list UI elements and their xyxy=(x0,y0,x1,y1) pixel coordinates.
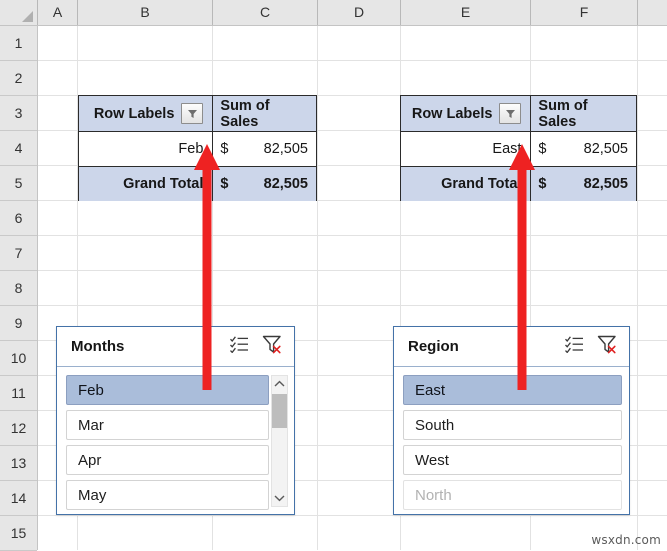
sum-of-sales-text: Sum of Sales xyxy=(538,97,588,130)
slicer-item-feb[interactable]: Feb xyxy=(66,375,269,405)
pivot-sum-of-sales-header[interactable]: Sum of Sales xyxy=(530,96,636,131)
currency-symbol: $ xyxy=(220,141,229,157)
row-header-4[interactable]: 4 xyxy=(0,131,37,166)
grid-line-h xyxy=(38,305,667,306)
pivot-header-row: Row Labels Sum of Sales xyxy=(401,96,636,131)
select-all-corner[interactable] xyxy=(0,0,38,25)
grand-total-amount: 82,505 xyxy=(583,176,628,192)
pivot-row-label-value[interactable]: East xyxy=(401,132,530,166)
scroll-up-arrow-icon[interactable] xyxy=(272,376,287,392)
sales-amount: 82,505 xyxy=(263,141,308,157)
grand-total-amount: 82,505 xyxy=(263,176,308,192)
row-header-strip: 1 2 3 4 5 6 7 8 9 10 11 12 13 14 15 xyxy=(0,26,38,551)
grid-line-h xyxy=(38,235,667,236)
select-all-triangle-icon xyxy=(22,11,33,22)
pivot-header-row: Row Labels Sum of Sales xyxy=(79,96,316,131)
grand-total-label[interactable]: Grand Total xyxy=(79,167,212,201)
column-header-e[interactable]: E xyxy=(401,0,531,25)
grid-line-h xyxy=(38,515,667,516)
row-header-1[interactable]: 1 xyxy=(0,26,37,61)
region-slicer[interactable]: Region East South West North xyxy=(393,326,630,515)
slicer-item-mar[interactable]: Mar xyxy=(66,410,269,440)
pivot-data-row: Feb $ 82,505 xyxy=(79,131,316,166)
column-header-c[interactable]: C xyxy=(213,0,318,25)
row-labels-text: Row Labels xyxy=(93,105,175,122)
clear-filter-icon[interactable] xyxy=(262,335,282,359)
column-header-b[interactable]: B xyxy=(78,0,213,25)
slicer-item-apr[interactable]: Apr xyxy=(66,445,269,475)
row-header-6[interactable]: 6 xyxy=(0,201,37,236)
column-header-g-partial[interactable] xyxy=(638,0,667,25)
slicer-header: Months xyxy=(57,327,294,367)
pivot-row-labels-header[interactable]: Row Labels xyxy=(79,96,212,131)
grid-line-h xyxy=(38,270,667,271)
slicer-item-may[interactable]: May xyxy=(66,480,269,510)
multi-select-icon[interactable] xyxy=(565,335,584,358)
multi-select-icon[interactable] xyxy=(230,335,249,358)
row-header-15[interactable]: 15 xyxy=(0,516,37,551)
slicer-item-south[interactable]: South xyxy=(403,410,622,440)
column-header-d[interactable]: D xyxy=(318,0,401,25)
slicer-item-north[interactable]: North xyxy=(403,480,622,510)
filter-funnel-icon[interactable] xyxy=(499,103,522,124)
row-header-11[interactable]: 11 xyxy=(0,376,37,411)
row-header-5[interactable]: 5 xyxy=(0,166,37,201)
scrollbar-thumb[interactable] xyxy=(272,394,287,428)
row-header-12[interactable]: 12 xyxy=(0,411,37,446)
slicer-title: Months xyxy=(71,338,125,355)
pivot-row-labels-header[interactable]: Row Labels xyxy=(401,96,530,131)
spreadsheet-grid: 1 2 3 4 5 6 7 8 9 10 11 12 13 14 15 A B … xyxy=(0,0,667,551)
scroll-down-arrow-icon[interactable] xyxy=(272,490,287,506)
grand-total-label[interactable]: Grand Total xyxy=(401,167,530,201)
pivot-data-row: East $ 82,505 xyxy=(401,131,636,166)
currency-symbol: $ xyxy=(538,141,547,157)
clear-filter-icon[interactable] xyxy=(597,335,617,359)
months-pivot-table: Row Labels Sum of Sales Feb $ 82,505 Gra… xyxy=(78,95,317,201)
currency-symbol: $ xyxy=(538,176,547,192)
grid-line-h xyxy=(38,60,667,61)
grid-line-v xyxy=(317,26,318,550)
row-header-9[interactable]: 9 xyxy=(0,306,37,341)
grand-total-value-cell[interactable]: $ 82,505 xyxy=(530,167,636,201)
pivot-grand-total-row: Grand Total $ 82,505 xyxy=(401,166,636,201)
sum-of-sales-text: Sum of Sales xyxy=(220,97,270,130)
sales-amount: 82,505 xyxy=(583,141,628,157)
row-header-7[interactable]: 7 xyxy=(0,236,37,271)
pivot-row-label-value[interactable]: Feb xyxy=(79,132,212,166)
slicer-items-list: Feb Mar Apr May xyxy=(57,367,294,515)
column-header-a[interactable]: A xyxy=(38,0,78,25)
slicer-items-list: East South West North xyxy=(394,367,629,515)
slicer-title: Region xyxy=(408,338,459,355)
row-header-3[interactable]: 3 xyxy=(0,96,37,131)
row-header-8[interactable]: 8 xyxy=(0,271,37,306)
pivot-sum-of-sales-header[interactable]: Sum of Sales xyxy=(212,96,316,131)
region-pivot-table: Row Labels Sum of Sales East $ 82,505 Gr… xyxy=(400,95,637,201)
row-header-14[interactable]: 14 xyxy=(0,481,37,516)
slicer-item-west[interactable]: West xyxy=(403,445,622,475)
filter-funnel-icon[interactable] xyxy=(181,103,204,124)
pivot-grand-total-row: Grand Total $ 82,505 xyxy=(79,166,316,201)
pivot-data-value-cell[interactable]: $ 82,505 xyxy=(212,132,316,166)
slicer-item-east[interactable]: East xyxy=(403,375,622,405)
row-header-13[interactable]: 13 xyxy=(0,446,37,481)
grid-line-v xyxy=(637,26,638,550)
column-header-strip: A B C D E F xyxy=(0,0,667,26)
watermark: wsxdn.com xyxy=(591,533,661,547)
row-header-2[interactable]: 2 xyxy=(0,61,37,96)
slicer-scrollbar[interactable] xyxy=(271,375,288,507)
column-header-f[interactable]: F xyxy=(531,0,638,25)
months-slicer[interactable]: Months Feb Mar Apr May xyxy=(56,326,295,515)
slicer-header: Region xyxy=(394,327,629,367)
currency-symbol: $ xyxy=(220,176,229,192)
pivot-data-value-cell[interactable]: $ 82,505 xyxy=(530,132,636,166)
row-header-10[interactable]: 10 xyxy=(0,341,37,376)
row-labels-text: Row Labels xyxy=(411,105,493,122)
grand-total-value-cell[interactable]: $ 82,505 xyxy=(212,167,316,201)
